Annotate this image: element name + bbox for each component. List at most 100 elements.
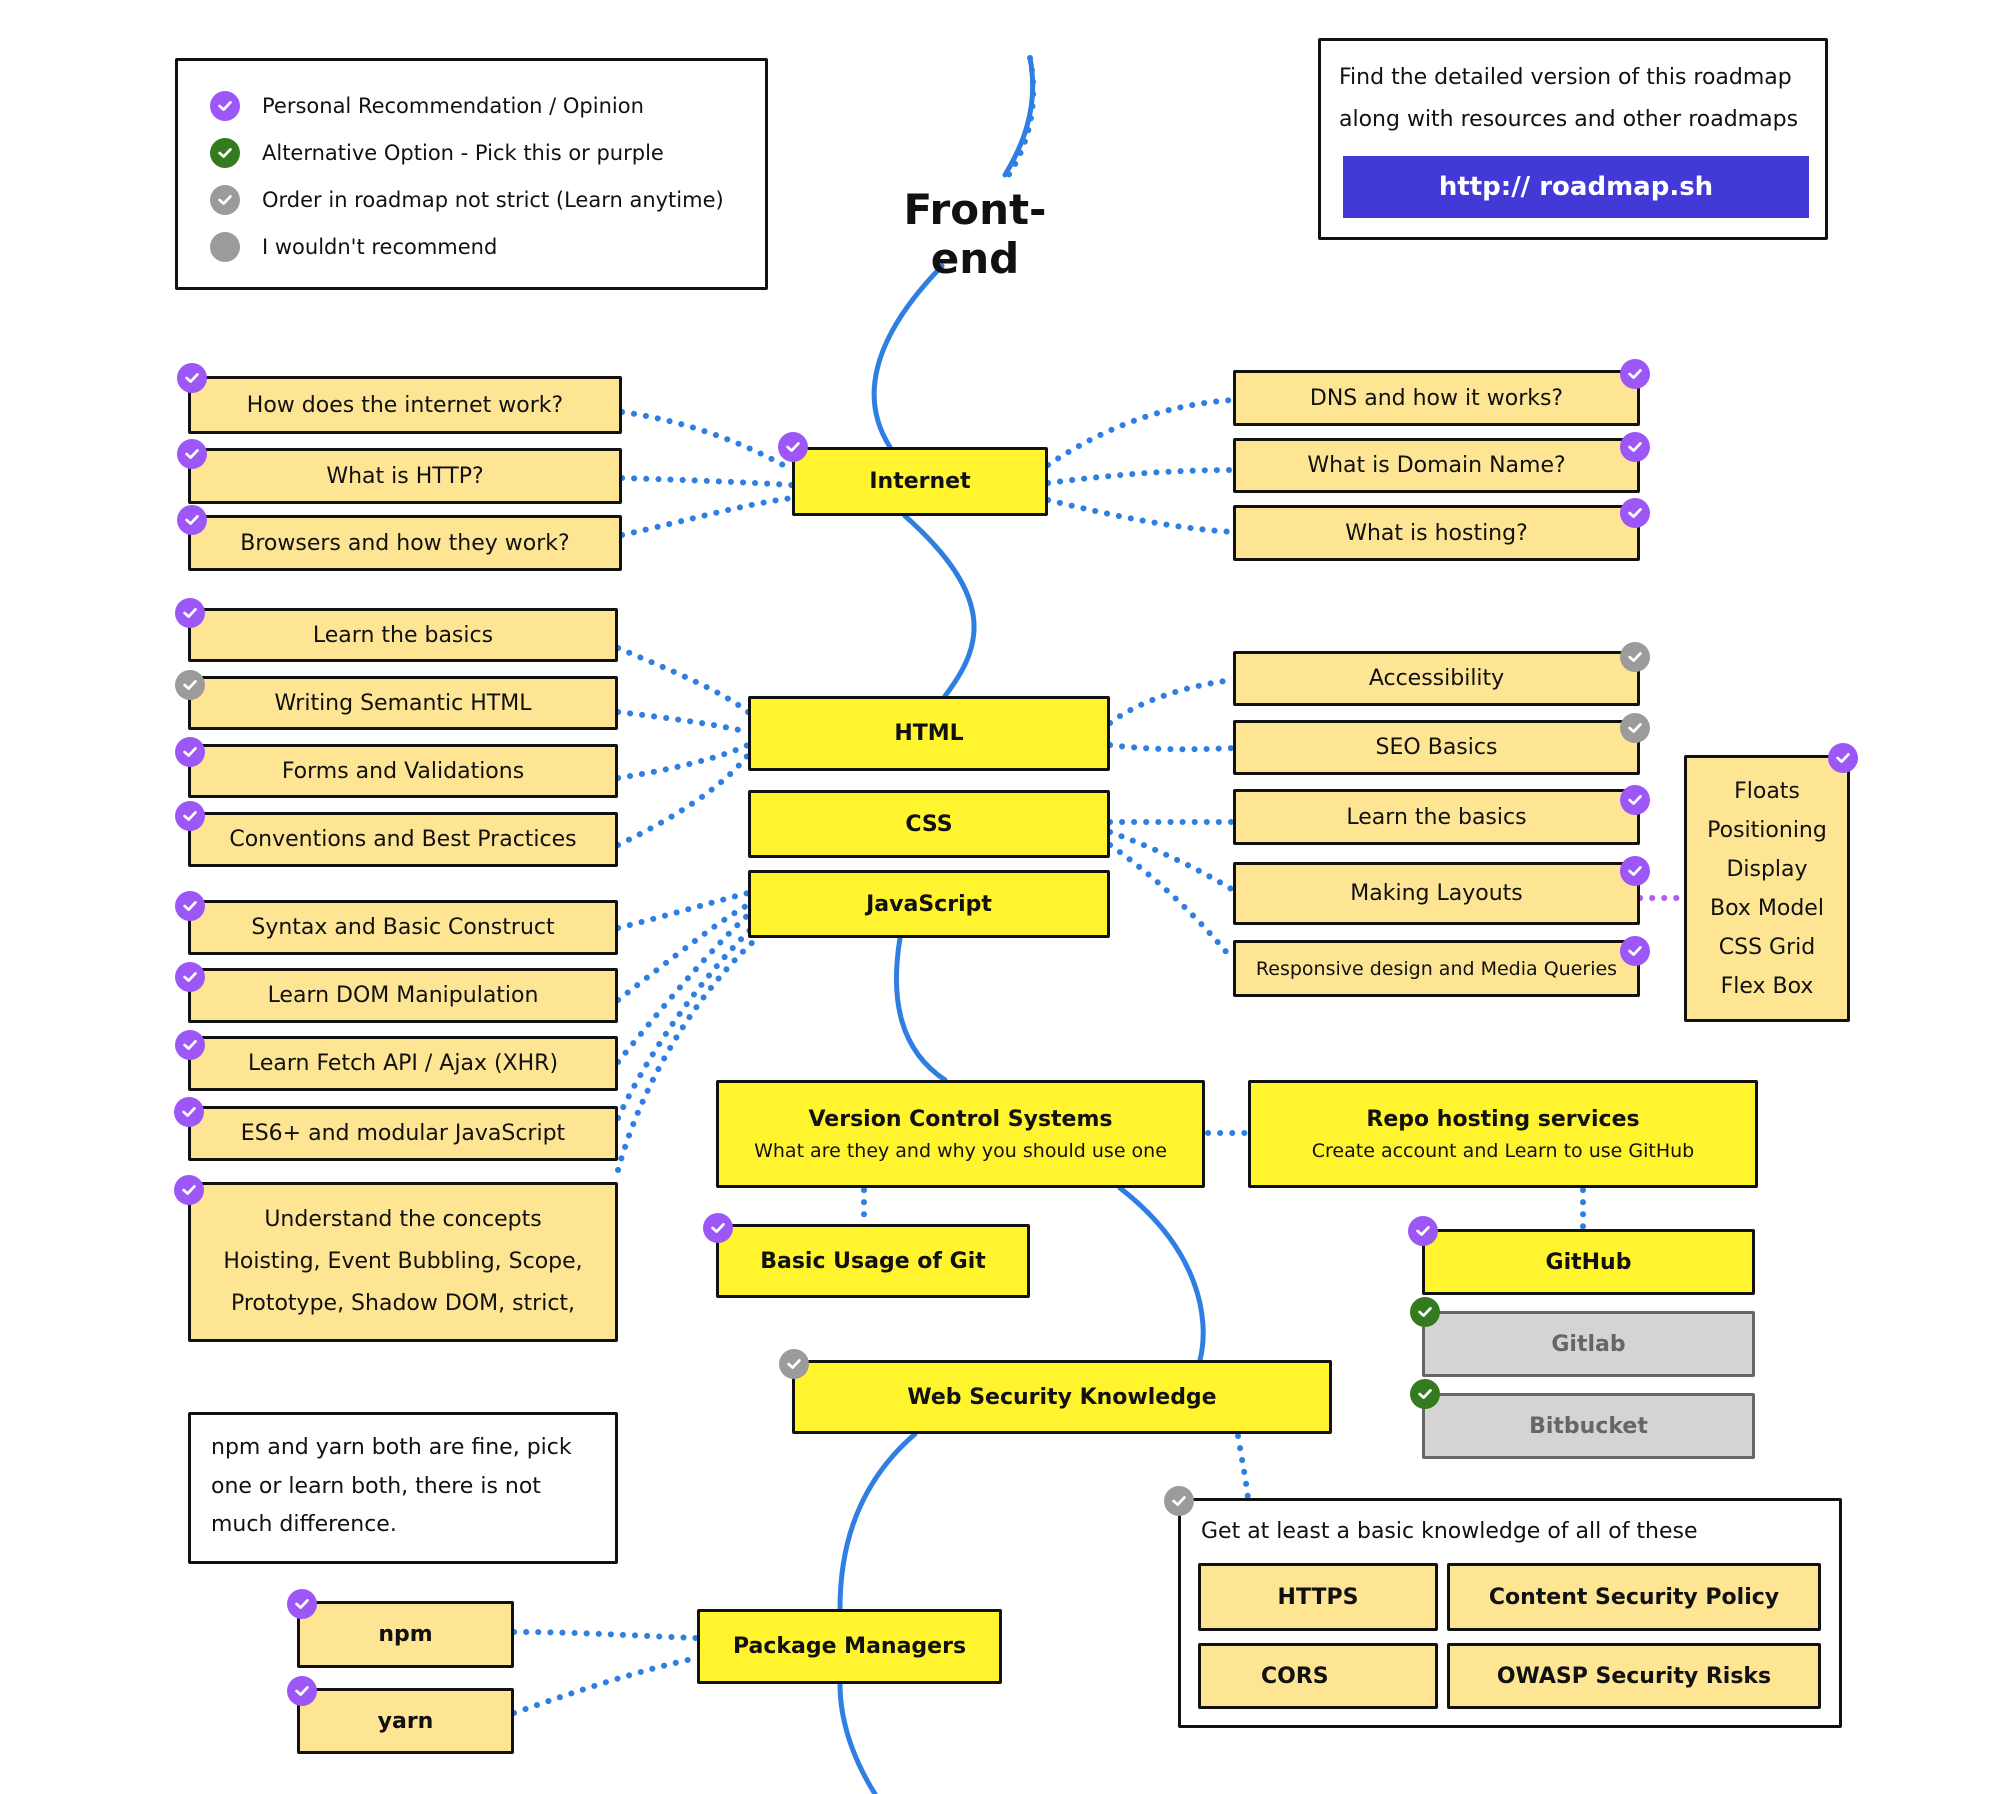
repo-subtitle: Create account and Learn to use GitHub	[1311, 1139, 1695, 1162]
node-yarn[interactable]: yarn	[297, 1688, 514, 1754]
node-hosting[interactable]: What is hosting?	[1233, 505, 1640, 561]
node-html-basics[interactable]: Learn the basics	[188, 608, 618, 662]
legend-label: I wouldn't recommend	[262, 235, 498, 259]
node-basic-git[interactable]: Basic Usage of Git	[716, 1224, 1030, 1298]
vcs-title: Version Control Systems	[808, 1106, 1113, 1132]
check-circle-icon	[1620, 785, 1650, 815]
check-circle-icon	[175, 670, 205, 700]
node-internet[interactable]: Internet	[792, 447, 1048, 516]
check-circle-icon	[1408, 1216, 1438, 1246]
node-layout-topics[interactable]: Floats Positioning Display Box Model CSS…	[1684, 755, 1850, 1022]
check-circle-icon	[1620, 713, 1650, 743]
link-internet-r2	[1045, 467, 1236, 486]
link-js-l3	[615, 912, 751, 1065]
check-circle-icon	[1410, 1297, 1440, 1327]
check-circle-icon	[703, 1213, 733, 1243]
repo-title: Repo hosting services	[1366, 1106, 1640, 1132]
node-web-security[interactable]: Web Security Knowledge	[792, 1360, 1332, 1434]
legend-item: I wouldn't recommend	[210, 232, 497, 262]
link-html-l4	[615, 752, 751, 848]
link-js-l1	[615, 890, 751, 931]
node-css[interactable]: CSS	[748, 790, 1110, 858]
node-owasp[interactable]: OWASP Security Risks	[1447, 1643, 1821, 1709]
link-internet-l2	[619, 475, 795, 488]
node-conventions[interactable]: Conventions and Best Practices	[188, 812, 618, 867]
link-css-r3	[1107, 842, 1236, 963]
check-circle-icon	[210, 91, 240, 121]
check-circle-icon	[175, 598, 205, 628]
node-https[interactable]: HTTPS	[1198, 1563, 1438, 1631]
link-pkg-yarn	[511, 1655, 700, 1716]
node-what-is-http[interactable]: What is HTTP?	[188, 448, 622, 504]
link-pkg-npm	[511, 1629, 700, 1641]
node-semantic-html[interactable]: Writing Semantic HTML	[188, 676, 618, 730]
layout-topic: Display	[1726, 856, 1808, 882]
node-github[interactable]: GitHub	[1422, 1229, 1755, 1295]
check-circle-icon	[175, 891, 205, 921]
check-circle-icon	[1164, 1486, 1194, 1516]
dotted-top	[1005, 55, 1037, 179]
package-note: npm and yarn both are fine, pick one or …	[188, 1412, 618, 1564]
main-path-title-internet	[871, 263, 945, 450]
check-circle-icon	[778, 432, 808, 462]
link-internet-r3	[1045, 497, 1236, 535]
check-circle-icon	[175, 737, 205, 767]
node-how-internet-works[interactable]: How does the internet work?	[188, 376, 622, 434]
node-dom-manipulation[interactable]: Learn DOM Manipulation	[188, 968, 618, 1023]
check-circle-icon	[287, 1676, 317, 1706]
check-circle-icon	[174, 1097, 204, 1127]
concepts-line: Understand the concepts	[264, 1207, 542, 1232]
info-line-1: Find the detailed version of this roadma…	[1339, 65, 1792, 90]
node-dns[interactable]: DNS and how it works?	[1233, 370, 1640, 426]
node-bitbucket[interactable]: Bitbucket	[1422, 1393, 1755, 1459]
node-fetch-api[interactable]: Learn Fetch API / Ajax (XHR)	[188, 1036, 618, 1091]
check-circle-icon	[210, 138, 240, 168]
layout-topic: Flex Box	[1720, 973, 1814, 999]
check-circle-icon	[1620, 432, 1650, 462]
main-path-top	[1002, 55, 1036, 178]
node-responsive-design[interactable]: Responsive design and Media Queries	[1233, 940, 1640, 997]
node-javascript[interactable]: JavaScript	[748, 870, 1110, 938]
node-gitlab[interactable]: Gitlab	[1422, 1311, 1755, 1377]
check-circle-icon	[1620, 856, 1650, 886]
node-accessibility[interactable]: Accessibility	[1233, 651, 1640, 706]
node-version-control[interactable]: Version Control Systems What are they an…	[716, 1080, 1205, 1188]
info-box: Find the detailed version of this roadma…	[1318, 38, 1828, 240]
node-npm[interactable]: npm	[297, 1601, 514, 1668]
layout-topic: Floats	[1734, 778, 1800, 804]
node-repo-hosting[interactable]: Repo hosting services Create account and…	[1248, 1080, 1758, 1188]
node-css-basics[interactable]: Learn the basics	[1233, 789, 1640, 845]
node-forms-validations[interactable]: Forms and Validations	[188, 744, 618, 798]
node-domain-name[interactable]: What is Domain Name?	[1233, 438, 1640, 493]
check-circle-icon	[210, 185, 240, 215]
security-topics-box: Get at least a basic knowledge of all of…	[1178, 1498, 1842, 1728]
roadmap-link-button[interactable]: http:// roadmap.sh	[1343, 156, 1809, 218]
link-html-r1	[1107, 677, 1236, 726]
main-path-security-packages	[837, 1431, 918, 1612]
check-circle-icon	[1620, 498, 1650, 528]
check-circle-icon	[177, 505, 207, 535]
link-html-r2	[1107, 742, 1236, 753]
link-internet-l3	[619, 495, 795, 538]
layout-topic: CSS Grid	[1718, 934, 1816, 960]
node-seo-basics[interactable]: SEO Basics	[1233, 720, 1640, 775]
node-js-syntax[interactable]: Syntax and Basic Construct	[188, 900, 618, 955]
check-circle-icon	[1410, 1379, 1440, 1409]
node-csp[interactable]: Content Security Policy	[1447, 1563, 1821, 1631]
node-es6[interactable]: ES6+ and modular JavaScript	[188, 1106, 618, 1161]
check-circle-icon	[287, 1589, 317, 1619]
main-path-packages-bottom	[837, 1681, 878, 1794]
node-cors[interactable]: CORS	[1198, 1643, 1438, 1709]
node-js-concepts[interactable]: Understand the concepts Hoisting, Event …	[188, 1182, 618, 1342]
concepts-line: Prototype, Shadow DOM, strict,	[230, 1291, 576, 1316]
legend-label: Order in roadmap not strict (Learn anyti…	[262, 188, 724, 212]
node-making-layouts[interactable]: Making Layouts	[1233, 862, 1640, 925]
check-circle-icon	[1828, 743, 1858, 773]
check-circle-icon	[1620, 936, 1650, 966]
check-circle-icon	[177, 363, 207, 393]
node-browsers[interactable]: Browsers and how they work?	[188, 515, 622, 571]
package-note-line: npm and yarn both are fine, pick	[211, 1435, 572, 1460]
node-package-managers[interactable]: Package Managers	[697, 1609, 1002, 1684]
link-internet-l1	[619, 409, 795, 473]
node-html[interactable]: HTML	[748, 696, 1110, 771]
